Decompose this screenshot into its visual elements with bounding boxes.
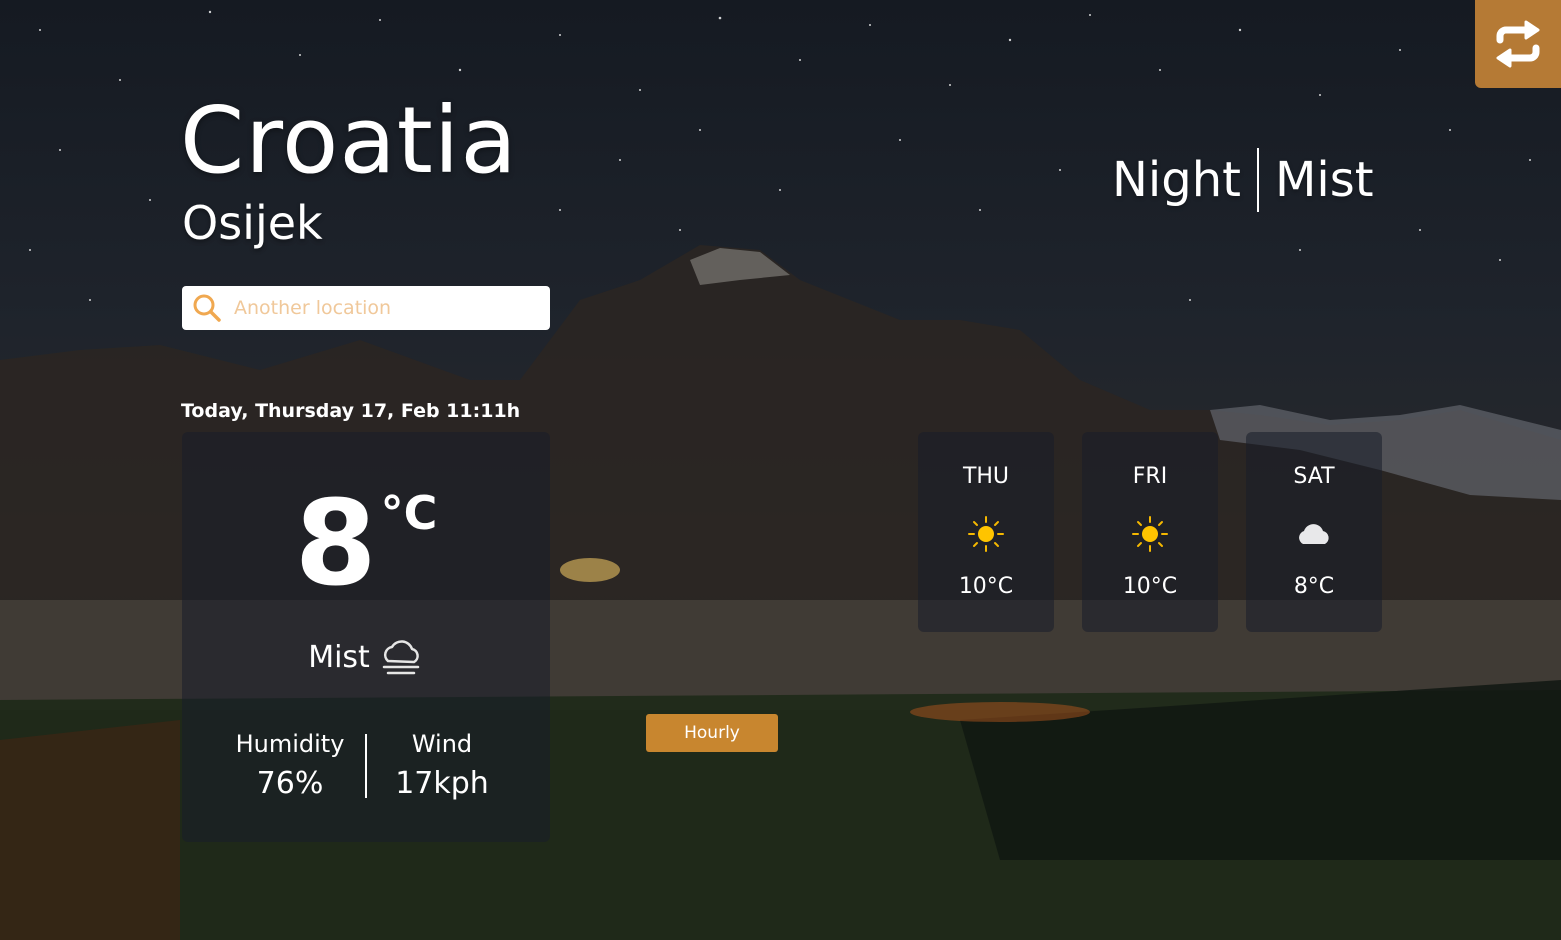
forecast-day[interactable]: SAT 8°C	[1246, 432, 1382, 632]
forecast-day[interactable]: FRI 10°C	[1082, 432, 1218, 632]
current-date: Today, Thursday 17, Feb 11:11h	[181, 400, 521, 422]
forecast-day-name: THU	[962, 464, 1010, 489]
forecast-day[interactable]: THU 10°C	[918, 432, 1054, 632]
search-icon	[193, 294, 221, 322]
temperature-unit: °C	[380, 486, 438, 540]
forecast-day-name: FRI	[1132, 464, 1168, 489]
current-weather-card: 8 °C Mist Humidity 76% Wind 17kph	[182, 432, 550, 842]
divider	[1256, 148, 1259, 212]
humidity-value: 76%	[256, 766, 324, 801]
sun-icon	[1132, 516, 1168, 552]
forecast-day-name: SAT	[1293, 464, 1335, 489]
forecast-temp: 10°C	[958, 574, 1014, 599]
weather-stats: Humidity 76% Wind 17kph	[182, 730, 550, 801]
sun-icon	[968, 516, 1004, 552]
search-input[interactable]	[234, 297, 534, 319]
swap-arrows-icon	[1496, 20, 1540, 68]
forecast-temp: 8°C	[1293, 574, 1335, 599]
time-of-day: Night	[1112, 152, 1241, 208]
header-condition: Night Mist	[1112, 148, 1374, 212]
wind-label: Wind	[411, 730, 473, 758]
current-condition: Mist	[182, 637, 550, 677]
humidity-stat: Humidity 76%	[215, 730, 365, 801]
hourly-button[interactable]: Hourly	[646, 714, 778, 752]
wind-value: 17kph	[395, 766, 489, 801]
swap-units-button[interactable]	[1475, 0, 1561, 88]
temperature-display: 8 °C	[182, 484, 550, 602]
humidity-label: Humidity	[235, 730, 345, 758]
temperature-value: 8	[294, 474, 377, 612]
mist-cloud-icon	[382, 640, 420, 675]
cloud-icon	[1299, 524, 1329, 544]
country-name: Croatia	[180, 87, 518, 194]
location-search[interactable]	[182, 286, 550, 330]
header-condition-text: Mist	[1274, 152, 1374, 208]
city-name: Osijek	[182, 196, 323, 250]
current-condition-text: Mist	[308, 639, 370, 675]
daily-forecast: THU 10°C FRI 10°C SAT 8°C	[918, 432, 1382, 632]
forecast-temp: 10°C	[1122, 574, 1178, 599]
wind-stat: Wind 17kph	[367, 730, 517, 801]
